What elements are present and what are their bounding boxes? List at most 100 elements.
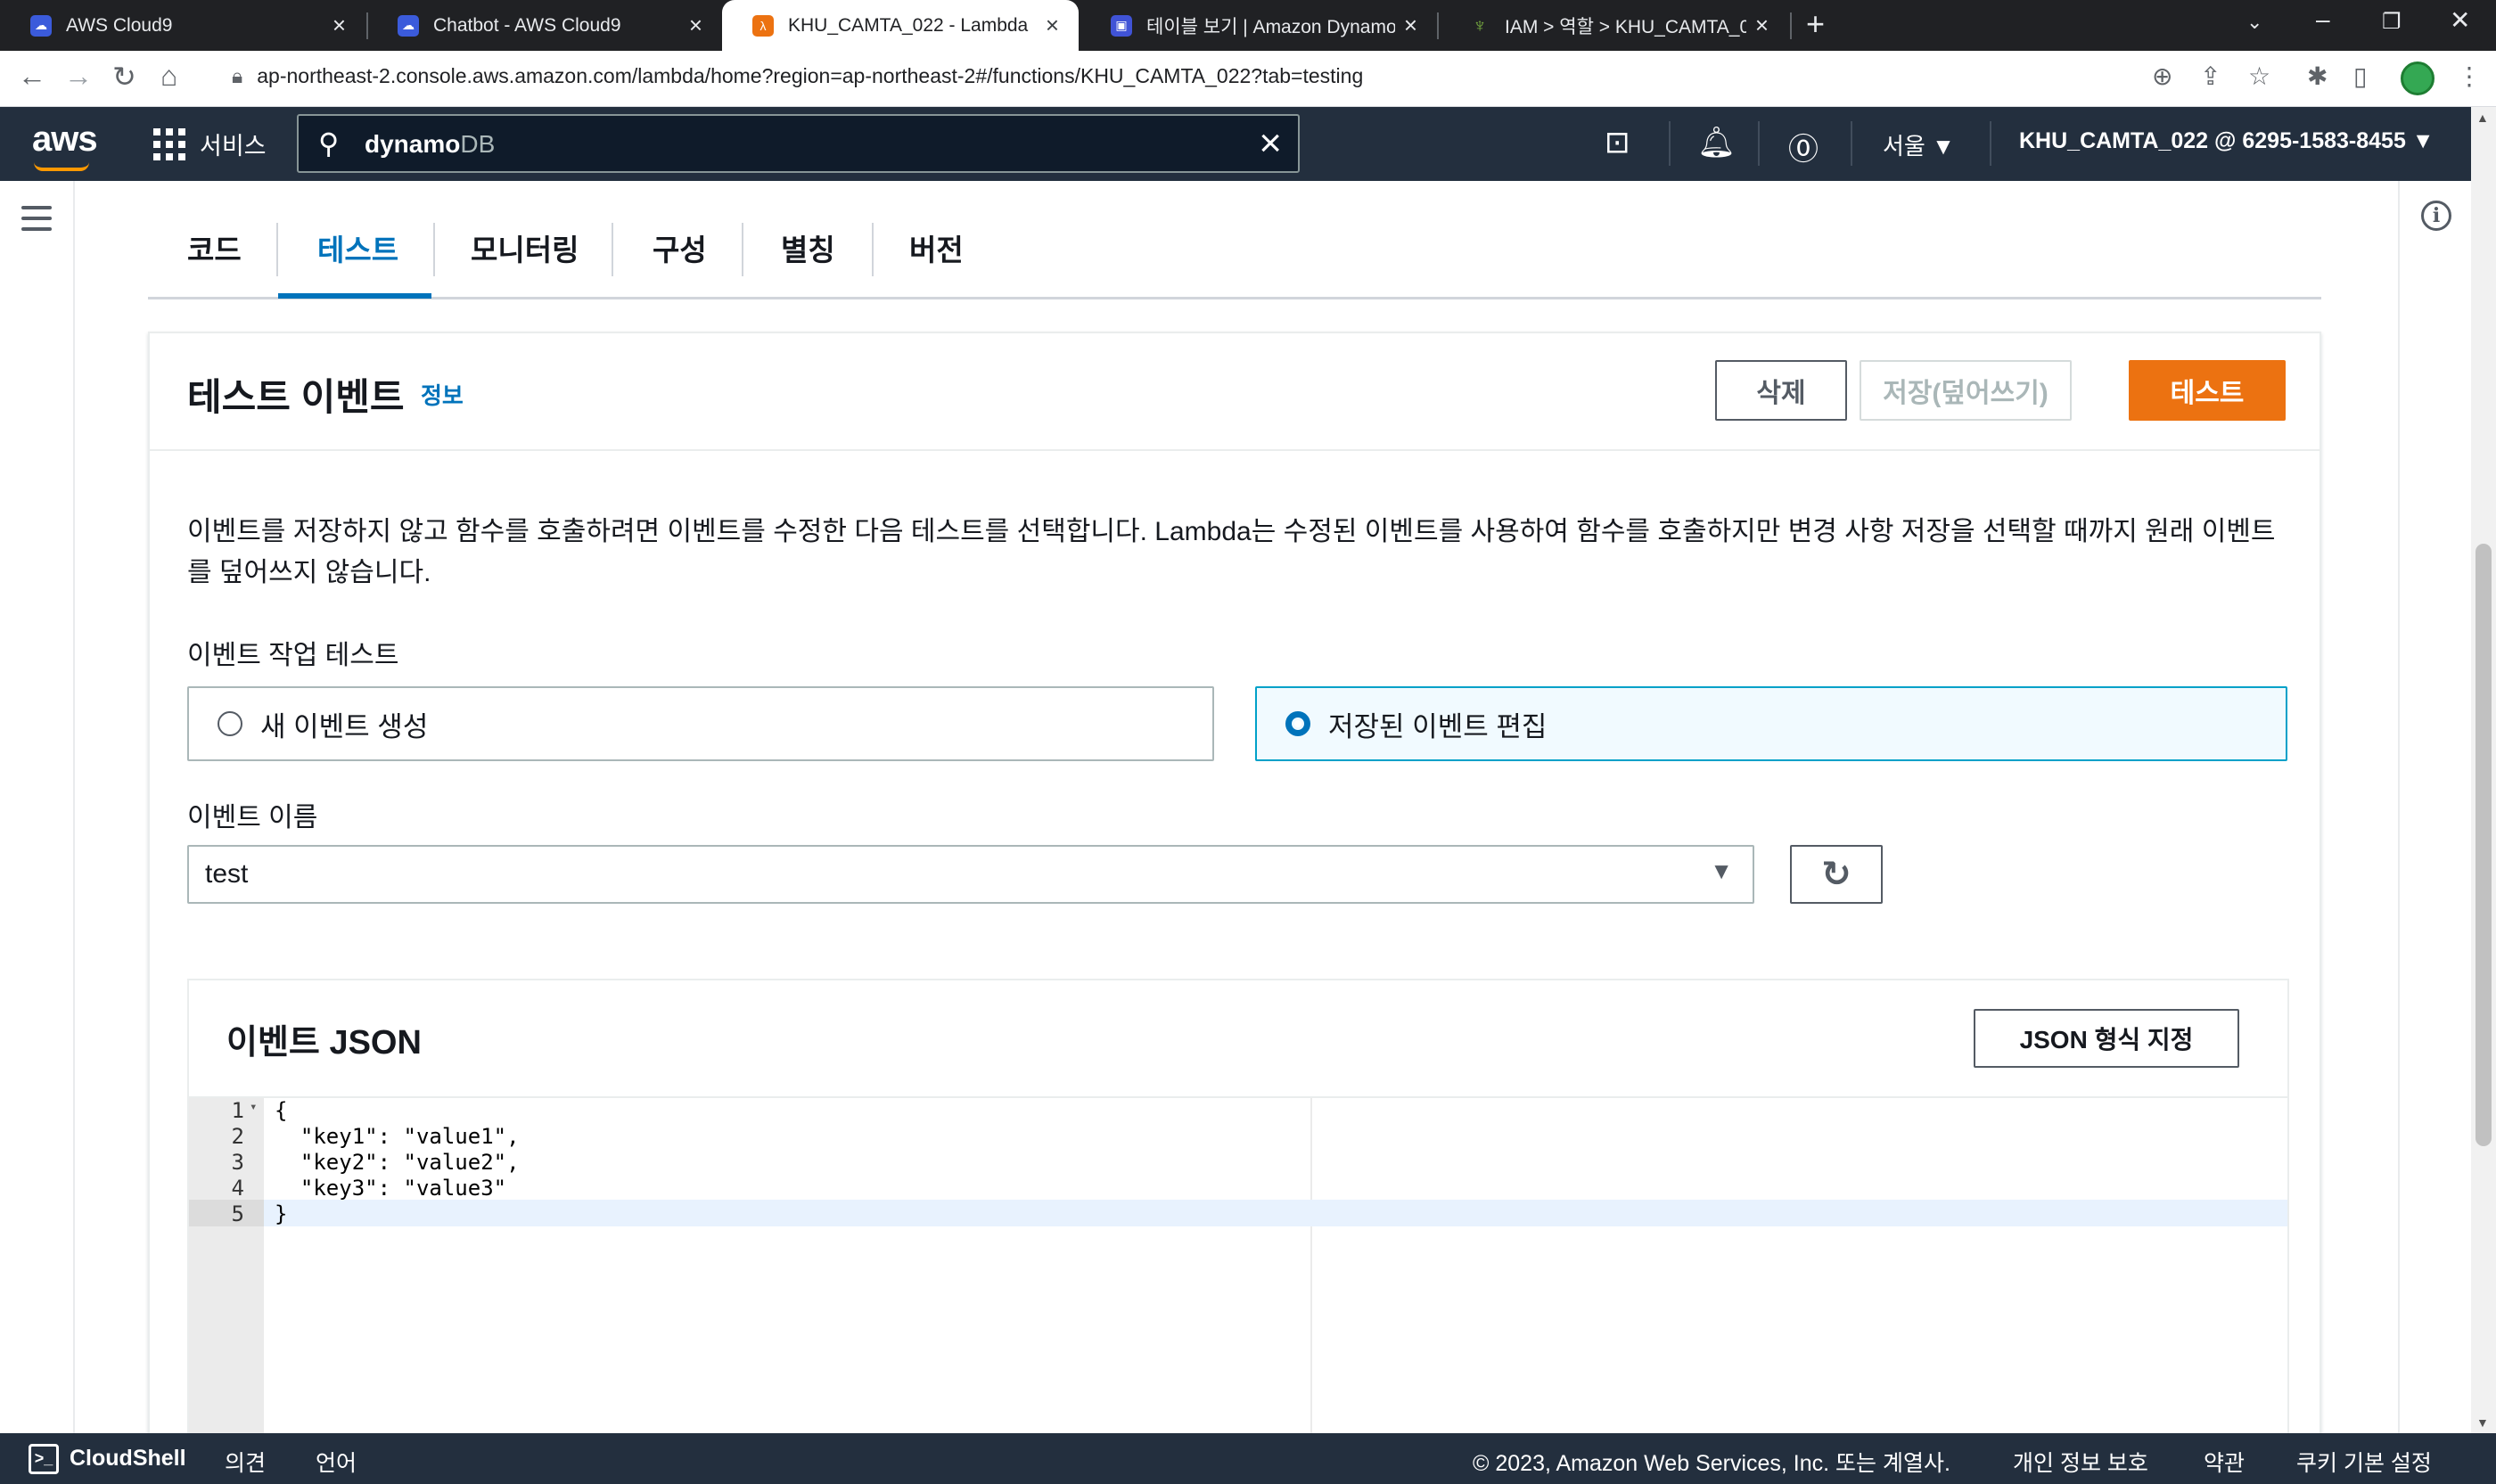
event-action-label: 이벤트 작업 테스트	[187, 641, 399, 670]
save-overwrite-button[interactable]: 저장(덮어쓰기)	[1860, 360, 2072, 421]
console-footer: >_ CloudShell 의견 언어 © 2023, Amazon Web S…	[0, 1433, 2496, 1484]
line-number: 5	[231, 1201, 244, 1226]
cloudshell-icon[interactable]: ⊡	[1605, 125, 1630, 160]
cloudshell-icon[interactable]: >_	[29, 1444, 59, 1474]
tab-search-icon[interactable]: ⌄	[2246, 11, 2262, 34]
region-selector[interactable]: 서울 ▼	[1883, 128, 1955, 161]
lambda-icon: λ	[752, 14, 774, 37]
feedback-link[interactable]: 의견	[225, 1446, 266, 1478]
event-name-select[interactable]: test ▼	[187, 845, 1754, 904]
delete-button[interactable]: 삭제	[1715, 360, 1847, 421]
scroll-up-icon[interactable]: ▲	[2476, 111, 2489, 125]
search-autocomplete: DB	[460, 130, 496, 158]
line-number: 2	[231, 1124, 244, 1149]
help-icon[interactable]: ⓪	[1788, 125, 1819, 168]
scrollbar-thumb[interactable]	[2475, 544, 2492, 1146]
test-event-panel: 테스트 이벤트 정보 삭제 저장(덮어쓰기) 테스트 이벤트를 저장하지 않고 …	[148, 332, 2321, 1462]
close-icon[interactable]: ×	[1404, 12, 1417, 39]
tab-monitoring[interactable]: 모니터링	[471, 226, 579, 269]
radio-create-new-event[interactable]: 새 이벤트 생성	[187, 686, 1214, 761]
restore-icon[interactable]: ❐	[2382, 9, 2402, 35]
new-tab-icon[interactable]: +	[1806, 5, 1825, 43]
radio-label: 새 이벤트 생성	[260, 710, 429, 742]
search-icon: ⚲	[318, 127, 340, 160]
forward-icon[interactable]: →	[64, 60, 93, 93]
services-grid-icon[interactable]	[153, 128, 185, 160]
tab-aliases[interactable]: 별칭	[781, 226, 835, 269]
browser-tab-lambda[interactable]: λ KHU_CAMTA_022 - Lambda ×	[722, 0, 1079, 51]
tab-versions[interactable]: 버전	[909, 226, 964, 269]
radio-unselected[interactable]	[218, 711, 242, 736]
browser-tab-bar: ☁ AWS Cloud9 × ☁ Chatbot - AWS Cloud9 × …	[0, 0, 2496, 51]
tab-configuration[interactable]: 구성	[653, 226, 707, 269]
code-line: "key2": "value2",	[275, 1150, 520, 1175]
refresh-icon: ↻	[1821, 855, 1851, 894]
active-tab-indicator	[278, 293, 431, 299]
tab-test[interactable]: 테스트	[317, 226, 398, 269]
info-panel-icon[interactable]: i	[2421, 201, 2451, 231]
browser-tab-chatbot[interactable]: ☁ Chatbot - AWS Cloud9 ×	[367, 0, 722, 51]
hamburger-menu-icon[interactable]	[21, 206, 52, 238]
nav-separator	[1851, 121, 1852, 166]
dynamodb-icon: ▣	[1111, 14, 1132, 37]
nav-separator	[1990, 121, 1991, 166]
services-menu[interactable]: 서비스	[200, 127, 267, 161]
close-icon[interactable]: ×	[1046, 12, 1059, 39]
account-menu[interactable]: KHU_CAMTA_022 @ 6295-1583-8455 ▼	[2019, 128, 2434, 154]
window-close-icon[interactable]: ✕	[2450, 5, 2470, 35]
test-button[interactable]: 테스트	[2129, 360, 2286, 421]
close-icon[interactable]: ×	[689, 12, 702, 39]
privacy-link[interactable]: 개인 정보 보호	[2013, 1446, 2148, 1478]
close-icon[interactable]: ×	[1755, 12, 1769, 39]
close-icon[interactable]: ×	[333, 12, 346, 39]
search-input[interactable]: ⚲ dynamoDB ×	[297, 114, 1300, 173]
aws-logo[interactable]: aws	[32, 119, 98, 160]
notifications-bell-icon[interactable]: 🔔︎	[1697, 125, 1736, 160]
scroll-down-icon[interactable]: ▼	[2476, 1415, 2489, 1430]
cookie-preferences-link[interactable]: 쿠키 기본 설정	[2296, 1446, 2432, 1478]
function-tabs: 코드 테스트 모니터링 구성 별칭 버전	[148, 214, 2321, 299]
editor-print-margin	[1310, 1098, 1312, 1462]
home-icon[interactable]: ⌂	[160, 60, 177, 93]
left-nav-rail	[0, 181, 75, 1433]
code-line: "key3": "value3"	[275, 1176, 507, 1201]
aws-logo-smile	[34, 162, 89, 171]
json-code-editor[interactable]: 1 2 3 4 5 ▾ { "key1": "value1", "key2": …	[189, 1096, 2287, 1462]
terms-link[interactable]: 약관	[2204, 1446, 2245, 1478]
minimize-icon[interactable]: –	[2316, 5, 2330, 34]
browser-tab-label: 테이블 보기 | Amazon DynamoDB	[1146, 16, 1395, 37]
browser-tab-cloud9[interactable]: ☁ AWS Cloud9 ×	[0, 0, 365, 51]
cloudshell-link[interactable]: CloudShell	[70, 1446, 186, 1472]
tab-separator	[612, 223, 613, 276]
share-icon[interactable]: ⇪	[2200, 61, 2221, 91]
caret-down-icon: ▼	[1710, 857, 1733, 884]
browser-tab-label: IAM > 역할 > KHU_CAMTA_022	[1505, 16, 1746, 37]
profile-avatar[interactable]	[2401, 61, 2434, 95]
browser-tab-dynamodb[interactable]: ▣ 테이블 보기 | Amazon DynamoDB ×	[1080, 0, 1437, 51]
clear-search-icon[interactable]: ×	[1259, 121, 1282, 166]
page-scrollbar[interactable]: ▲ ▼	[2471, 107, 2496, 1433]
back-icon[interactable]: ←	[18, 60, 46, 93]
menu-icon[interactable]: ⋮	[2457, 61, 2482, 91]
radio-selected[interactable]	[1285, 711, 1310, 736]
language-link[interactable]: 언어	[316, 1446, 357, 1478]
browser-tab-iam[interactable]: ♆ IAM > 역할 > KHU_CAMTA_022 ×	[1439, 0, 1788, 51]
tab-code[interactable]: 코드	[187, 226, 242, 269]
line-number: 4	[231, 1176, 244, 1201]
sidepanel-icon[interactable]: ▯	[2353, 61, 2367, 91]
star-icon[interactable]: ☆	[2248, 61, 2270, 91]
extensions-icon[interactable]: ✱	[2307, 61, 2328, 91]
lock-icon: 🔒︎	[232, 64, 243, 87]
reload-icon[interactable]: ↻	[112, 60, 136, 94]
page-title: 테스트 이벤트	[187, 376, 405, 418]
refresh-button[interactable]: ↻	[1790, 845, 1883, 904]
fold-toggle-icon[interactable]: ▾	[250, 1100, 257, 1114]
cloud9-icon: ☁	[30, 14, 52, 37]
line-number: 1	[231, 1098, 244, 1123]
url-field[interactable]: 🔒︎ ap-northeast-2.console.aws.amazon.com/…	[232, 64, 1363, 88]
info-link[interactable]: 정보	[421, 378, 464, 411]
format-json-button[interactable]: JSON 형식 지정	[1974, 1009, 2239, 1068]
radio-edit-saved-event[interactable]: 저장된 이벤트 편집	[1255, 686, 2287, 761]
event-name-value: test	[205, 859, 249, 889]
zoom-icon[interactable]: ⊕	[2152, 61, 2172, 91]
